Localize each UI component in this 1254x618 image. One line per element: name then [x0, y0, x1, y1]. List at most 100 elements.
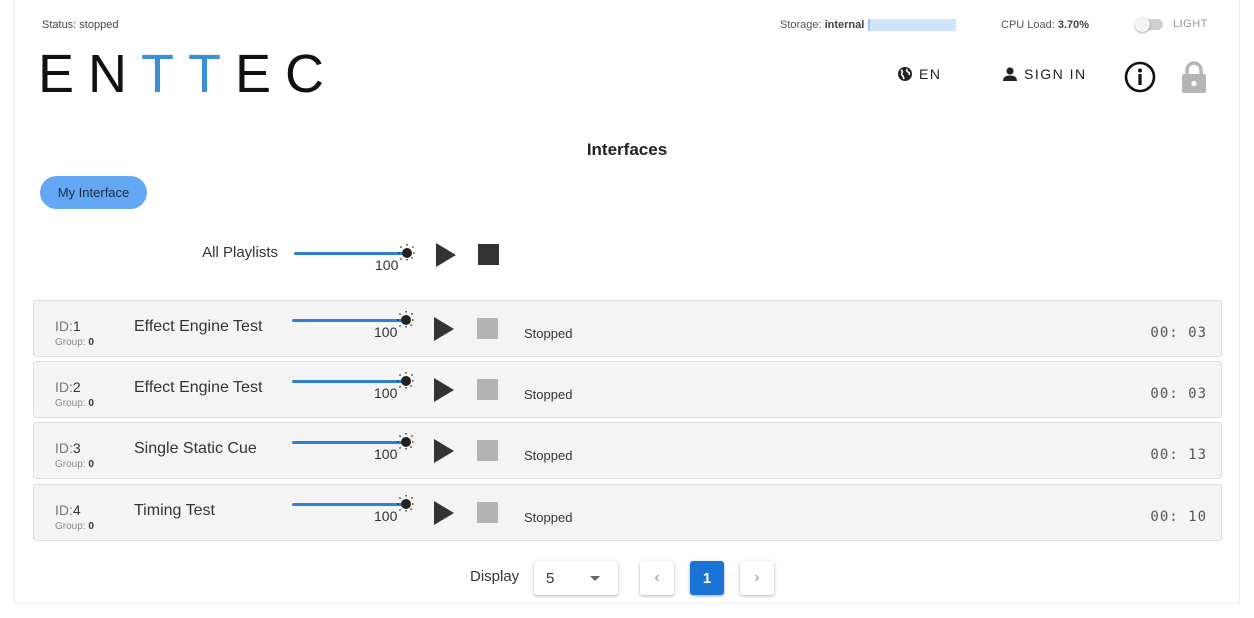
brightness-icon[interactable]: [397, 372, 415, 390]
id-label: ID:: [55, 440, 73, 456]
slider-track[interactable]: [292, 380, 408, 383]
play-button[interactable]: [434, 501, 454, 525]
all-playlists-label: All Playlists: [202, 244, 278, 261]
slider-track[interactable]: [294, 252, 408, 255]
info-icon: [1124, 61, 1156, 93]
toggle-track[interactable]: [1135, 16, 1163, 32]
playlist-id: ID:2: [55, 379, 81, 395]
play-button[interactable]: [434, 317, 454, 341]
playlist-name: Effect Engine Test: [134, 318, 263, 335]
playlist-row[interactable]: ID:2 Group: 0 Effect Engine Test 100 Sto…: [33, 361, 1222, 418]
playlist-row[interactable]: ID:4 Group: 0 Timing Test 100 Stopped 00…: [33, 484, 1222, 541]
play-all-button[interactable]: [436, 243, 456, 267]
logo-part-1: EN: [38, 44, 142, 104]
language-label: EN: [919, 66, 942, 82]
group-label: Group:: [55, 459, 86, 470]
theme-label: LIGHT: [1173, 18, 1208, 30]
playlist-group: Group: 0: [55, 337, 94, 348]
lock-icon: [1182, 61, 1206, 93]
cpu-label: CPU Load:: [1001, 19, 1055, 31]
playlist-id: ID:3: [55, 440, 81, 456]
slider-value: 100: [374, 324, 398, 340]
id-value: 1: [72, 318, 81, 334]
playlist-group: Group: 0: [55, 521, 94, 532]
user-icon: [1003, 67, 1017, 81]
playlist-level-slider[interactable]: 100: [292, 311, 422, 341]
lock-button[interactable]: [1180, 60, 1208, 99]
group-label: Group:: [55, 521, 86, 532]
id-label: ID:: [55, 379, 73, 395]
slider-value: 100: [374, 385, 398, 401]
tab-my-interface[interactable]: My Interface: [40, 176, 147, 209]
play-button[interactable]: [434, 378, 454, 402]
stop-button[interactable]: [477, 502, 498, 523]
playlist-group: Group: 0: [55, 459, 94, 470]
group-value: 0: [88, 398, 94, 409]
slider-track[interactable]: [292, 503, 408, 506]
slider-value: 100: [374, 446, 398, 462]
logo-part-3: EC: [235, 44, 339, 104]
sign-in-label: SIGN IN: [1024, 66, 1087, 82]
brightness-icon[interactable]: [397, 495, 415, 513]
info-button[interactable]: [1124, 61, 1156, 98]
group-label: Group:: [55, 337, 86, 348]
id-label: ID:: [55, 318, 73, 334]
playlist-group: Group: 0: [55, 398, 94, 409]
page-size-select[interactable]: 5: [534, 561, 618, 595]
toggle-knob[interactable]: [1135, 16, 1150, 32]
playlist-state: Stopped: [524, 326, 573, 341]
group-value: 0: [88, 459, 94, 470]
page-title: Interfaces: [586, 140, 668, 159]
page-size-value: 5: [546, 569, 555, 587]
prev-page-button[interactable]: ‹: [640, 561, 674, 595]
playlist-time: 00: 03: [1150, 325, 1207, 341]
group-value: 0: [88, 337, 94, 348]
theme-toggle[interactable]: LIGHT: [1135, 16, 1208, 32]
slider-value: 100: [375, 257, 399, 273]
all-playlists-slider[interactable]: 100: [294, 244, 424, 274]
playlist-row[interactable]: ID:1 Group: 0 Effect Engine Test 100 Sto…: [33, 300, 1222, 357]
caret-down-icon: [590, 576, 600, 581]
stop-all-button[interactable]: [478, 244, 499, 265]
next-page-button[interactable]: ›: [740, 561, 774, 595]
logo-part-2: TT: [141, 44, 235, 104]
playlist-time: 00: 13: [1150, 447, 1207, 463]
playlist-row[interactable]: ID:3 Group: 0 Single Static Cue 100 Stop…: [33, 422, 1222, 479]
stop-button[interactable]: [477, 379, 498, 400]
brightness-icon[interactable]: [398, 244, 416, 262]
language-button[interactable]: EN: [897, 66, 941, 82]
playlist-name: Effect Engine Test: [134, 379, 263, 396]
stop-button[interactable]: [477, 318, 498, 339]
page-1-button[interactable]: 1: [690, 561, 724, 595]
sign-in-button[interactable]: SIGN IN: [1002, 66, 1087, 82]
play-button[interactable]: [434, 439, 454, 463]
globe-icon: [898, 67, 912, 81]
playlist-level-slider[interactable]: 100: [292, 372, 422, 402]
storage-indicator: Storage: internal: [780, 19, 957, 31]
group-label: Group:: [55, 398, 86, 409]
enttec-logo: ENTTEC: [38, 44, 338, 104]
cpu-load: CPU Load: 3.70%: [1001, 19, 1089, 31]
brightness-icon[interactable]: [397, 311, 415, 329]
slider-track[interactable]: [292, 319, 408, 322]
playlist-id: ID:4: [55, 502, 81, 518]
id-value: 3: [72, 440, 81, 456]
storage-value: internal: [824, 19, 865, 31]
playlist-time: 00: 10: [1150, 509, 1207, 525]
id-value: 4: [72, 502, 81, 518]
playlist-level-slider[interactable]: 100: [292, 495, 422, 525]
slider-value: 100: [374, 508, 398, 524]
brightness-icon[interactable]: [397, 433, 415, 451]
playlist-name: Single Static Cue: [134, 440, 257, 457]
playlist-state: Stopped: [524, 387, 573, 402]
storage-bar: [868, 19, 957, 31]
id-label: ID:: [55, 502, 73, 518]
id-value: 2: [72, 379, 81, 395]
storage-label: Storage:: [780, 19, 822, 31]
stop-button[interactable]: [477, 440, 498, 461]
playlist-level-slider[interactable]: 100: [292, 433, 422, 463]
status-text: Status: stopped: [42, 19, 119, 31]
group-value: 0: [88, 521, 94, 532]
playlist-time: 00: 03: [1150, 386, 1207, 402]
slider-track[interactable]: [292, 441, 408, 444]
